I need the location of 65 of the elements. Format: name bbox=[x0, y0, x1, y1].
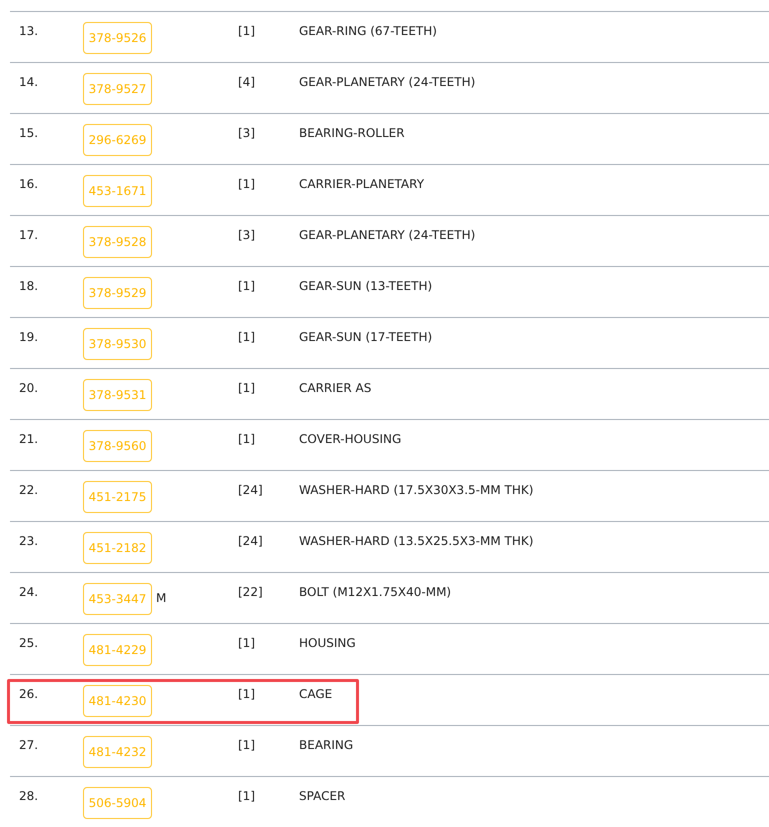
part-number-link[interactable]: 296-6269 bbox=[83, 124, 152, 156]
item-number: 18. bbox=[18, 278, 40, 293]
item-number: 15. bbox=[18, 125, 40, 140]
part-number-link[interactable]: 378-9528 bbox=[83, 226, 152, 258]
part-number-link[interactable]: 453-3447 bbox=[83, 583, 152, 615]
item-number: 17. bbox=[18, 227, 40, 242]
quantity: [1] bbox=[238, 737, 256, 752]
quantity: [1] bbox=[238, 380, 256, 395]
quantity: [1] bbox=[238, 686, 256, 701]
quantity: [3] bbox=[238, 125, 256, 140]
quantity: [1] bbox=[238, 788, 256, 803]
part-number-link[interactable]: 453-1671 bbox=[83, 175, 152, 207]
item-number: 14. bbox=[18, 74, 40, 89]
part-description: BOLT (M12X1.75X40-MM) bbox=[299, 584, 452, 599]
part-suffix: M bbox=[155, 590, 166, 605]
part-number-link[interactable]: 481-4230 bbox=[83, 685, 152, 717]
quantity: [1] bbox=[238, 329, 256, 344]
part-description: GEAR-PLANETARY (24-TEETH) bbox=[299, 227, 476, 242]
item-number: 21. bbox=[18, 431, 40, 446]
quantity: [24] bbox=[238, 482, 264, 497]
part-description: WASHER-HARD (13.5X25.5X3-MM THK) bbox=[299, 533, 534, 548]
part-number-link[interactable]: 378-9527 bbox=[83, 73, 152, 105]
item-number: 16. bbox=[18, 176, 40, 191]
part-description: GEAR-SUN (17-TEETH) bbox=[299, 329, 432, 344]
quantity: [22] bbox=[238, 584, 264, 599]
part-number-link[interactable]: 378-9526 bbox=[83, 22, 152, 54]
part-description: WASHER-HARD (17.5X30X3.5-MM THK) bbox=[299, 482, 534, 497]
quantity: [1] bbox=[238, 635, 256, 650]
part-number-link[interactable]: 481-4232 bbox=[83, 736, 152, 768]
item-number: 13. bbox=[18, 23, 40, 38]
part-description: CAGE bbox=[299, 686, 332, 701]
part-number-link[interactable]: 378-9529 bbox=[83, 277, 152, 309]
quantity: [1] bbox=[238, 176, 256, 191]
quantity: [3] bbox=[238, 227, 256, 242]
item-number: 23. bbox=[18, 533, 40, 548]
quantity: [1] bbox=[238, 431, 256, 446]
part-number-link[interactable]: 451-2182 bbox=[83, 532, 152, 564]
part-number-link[interactable]: 506-5904 bbox=[83, 787, 152, 819]
item-number: 27. bbox=[18, 737, 40, 752]
part-description: SPACER bbox=[299, 788, 346, 803]
part-description: GEAR-PLANETARY (24-TEETH) bbox=[299, 74, 476, 89]
part-number-link[interactable]: 481-4229 bbox=[83, 634, 152, 666]
quantity: [1] bbox=[238, 278, 256, 293]
part-description: HOUSING bbox=[299, 635, 356, 650]
part-description: BEARING-ROLLER bbox=[299, 125, 405, 140]
part-number-link[interactable]: 378-9530 bbox=[83, 328, 152, 360]
part-description: COVER-HOUSING bbox=[299, 431, 402, 446]
item-number: 24. bbox=[18, 584, 40, 599]
item-number: 25. bbox=[18, 635, 40, 650]
part-number-link[interactable]: 378-9560 bbox=[83, 430, 152, 462]
part-description: BEARING bbox=[299, 737, 354, 752]
part-number-link[interactable]: 451-2175 bbox=[83, 481, 152, 513]
item-number: 22. bbox=[18, 482, 40, 497]
part-number-link[interactable]: 378-9531 bbox=[83, 379, 152, 411]
item-number: 28. bbox=[18, 788, 40, 803]
item-number: 26. bbox=[18, 686, 40, 701]
part-description: CARRIER AS bbox=[299, 380, 372, 395]
item-number: 20. bbox=[18, 380, 40, 395]
part-description: CARRIER-PLANETARY bbox=[299, 176, 424, 191]
quantity: [24] bbox=[238, 533, 264, 548]
part-description: GEAR-SUN (13-TEETH) bbox=[299, 278, 432, 293]
quantity: [1] bbox=[238, 23, 256, 38]
item-number: 19. bbox=[18, 329, 40, 344]
quantity: [4] bbox=[238, 74, 256, 89]
part-description: GEAR-RING (67-TEETH) bbox=[299, 23, 437, 38]
